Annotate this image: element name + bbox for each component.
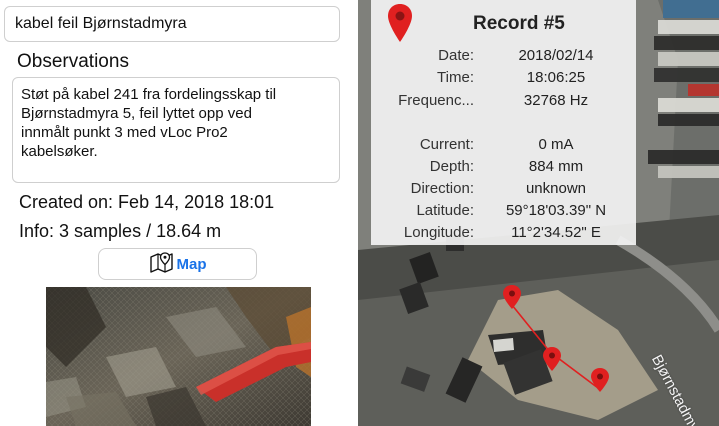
field-value: 0 mA	[538, 136, 574, 153]
record-callout: Record #5 Date: 2018/02/14 Time: 18:06:2…	[371, 0, 636, 245]
field-label: Depth:	[429, 158, 474, 175]
field-frequency: Frequenc... 32768 Hz	[371, 92, 636, 112]
field-current: Current: 0 mA	[371, 136, 636, 156]
map-view[interactable]: Bjørnstadmyra Record #5 Date: 2018/02/14…	[358, 0, 719, 426]
field-time: Time: 18:06:25	[371, 69, 636, 89]
record-detail-pane: kabel feil Bjørnstadmyra Observations St…	[0, 0, 358, 426]
sample-photo	[46, 287, 311, 426]
record-title: Record #5	[473, 13, 565, 34]
map-icon	[149, 251, 175, 278]
field-label: Direction:	[410, 180, 474, 197]
map-button-label: Map	[176, 255, 207, 273]
map-button[interactable]: Map	[98, 248, 257, 280]
field-label: Time:	[437, 69, 474, 86]
field-depth: Depth: 884 mm	[371, 158, 636, 178]
field-label: Frequenc...	[398, 92, 474, 109]
field-latitude: Latitude: 59°18'03.39" N	[371, 202, 636, 222]
field-date: Date: 2018/02/14	[371, 47, 636, 67]
observations-label: Observations	[17, 51, 129, 72]
field-label: Latitude:	[416, 202, 474, 219]
created-on-text: Created on: Feb 14, 2018 18:01	[19, 192, 275, 212]
observations-field[interactable]: Støt på kabel 241 fra fordelingsskap til…	[12, 77, 340, 183]
info-text: Info: 3 samples / 18.64 m	[19, 221, 222, 241]
field-label: Longitude:	[403, 224, 474, 241]
field-value: 884 mm	[528, 158, 584, 175]
field-longitude: Longitude: 11°2'34.52" E	[371, 224, 636, 244]
field-label: Current:	[419, 136, 474, 153]
field-label: Date:	[438, 47, 474, 64]
field-value: 18:06:25	[526, 69, 586, 86]
field-direction: Direction: unknown	[371, 180, 636, 200]
field-value: 32768 Hz	[523, 92, 589, 109]
field-value: unknown	[525, 180, 587, 197]
map-pin-icon	[388, 4, 412, 47]
field-value: 59°18'03.39" N	[505, 202, 607, 219]
field-value: 2018/02/14	[518, 47, 594, 64]
field-value: 11°2'34.52" E	[511, 224, 601, 241]
title-field[interactable]: kabel feil Bjørnstadmyra	[4, 6, 340, 42]
